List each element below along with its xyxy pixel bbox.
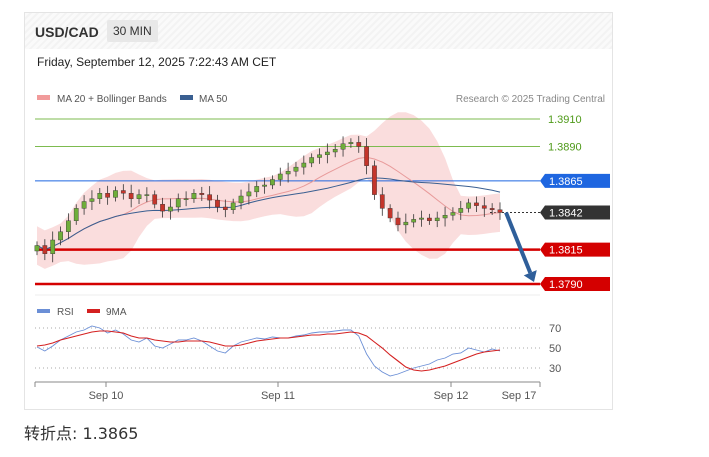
- candle-body: [458, 208, 464, 213]
- rsi-legend-label: RSI: [57, 307, 74, 318]
- candle-body: [387, 208, 393, 219]
- x-axis-ticks: Sep 10 Sep 11 Sep 12 Sep 17: [34, 382, 541, 402]
- candle-body: [50, 239, 56, 254]
- x-tick-label: Sep 17: [502, 390, 537, 402]
- resistance-label: 1.3910: [548, 114, 582, 126]
- candle-body: [160, 204, 165, 212]
- x-tick-label: Sep 10: [89, 390, 124, 402]
- candle-body: [105, 193, 110, 198]
- candle-body: [489, 208, 495, 210]
- candle-body: [73, 208, 79, 221]
- ma50-legend-label: MA 50: [199, 94, 228, 105]
- pivot-label: 1.3865: [549, 176, 583, 188]
- candle-body: [419, 217, 424, 220]
- candle-body: [199, 193, 205, 195]
- rsi-ma-legend-swatch: [87, 309, 100, 313]
- rsi-tick-label: 70: [549, 323, 561, 335]
- candle-body: [450, 212, 456, 216]
- bollinger-band: [37, 112, 500, 269]
- last-label: 1.3842: [549, 208, 583, 220]
- rsi-ma-legend-label: 9MA: [106, 307, 127, 318]
- candle-body: [66, 220, 71, 232]
- candle-body: [379, 194, 385, 209]
- candle-body: [175, 198, 181, 208]
- x-tick-label: Sep 11: [261, 390, 295, 402]
- candle-body: [434, 217, 440, 221]
- rsi-legend-swatch: [37, 309, 50, 313]
- candle-body: [403, 221, 409, 226]
- rsi-line: [36, 325, 501, 377]
- support-label: 1.3815: [549, 245, 583, 257]
- rsi-panel: 70 50 30: [35, 323, 561, 377]
- candle-body: [317, 154, 322, 158]
- x-tick-label: Sep 12: [434, 390, 469, 402]
- forecast-arrow-line: [504, 211, 533, 274]
- bollinger-band-area: [37, 112, 500, 269]
- rsi-tick-label: 50: [549, 343, 561, 355]
- candle-body: [136, 194, 142, 199]
- candle-body: [277, 173, 283, 180]
- pivot-text: 转折点: 1.3865: [24, 424, 139, 443]
- candle-body: [372, 165, 377, 195]
- candle-body: [113, 190, 118, 198]
- candle-body: [58, 231, 63, 241]
- candle-body: [442, 215, 448, 219]
- candle-body: [42, 245, 48, 254]
- candle-body: [497, 209, 503, 213]
- candle-body: [128, 193, 134, 199]
- candle-body: [81, 201, 87, 209]
- candle-body: [340, 143, 346, 150]
- candle-body: [324, 151, 330, 155]
- candle-body: [168, 206, 173, 212]
- candle-body: [348, 142, 354, 144]
- candle-body: [332, 149, 338, 153]
- candle-body: [89, 198, 95, 202]
- candle-body: [395, 217, 401, 226]
- ma-bb-legend-label: MA 20 + Bollinger Bands: [57, 94, 167, 105]
- ma50-legend-swatch: [180, 95, 193, 100]
- candle-body: [356, 142, 362, 147]
- resistance-label: 1.3890: [548, 142, 582, 154]
- candle-body: [262, 184, 267, 187]
- candle-body: [222, 206, 228, 210]
- candle-body: [97, 193, 103, 199]
- candle-body: [309, 157, 315, 164]
- rsi-ma-line: [36, 330, 501, 372]
- candle-body: [191, 193, 197, 199]
- candle-body: [411, 219, 417, 223]
- support-label: 1.3790: [549, 279, 583, 291]
- candle-body: [215, 199, 220, 208]
- candle-body: [254, 186, 260, 193]
- candle-body: [466, 202, 471, 209]
- candle-body: [183, 198, 189, 200]
- candle-body: [285, 171, 291, 175]
- candle-body: [481, 205, 487, 209]
- candle-body: [152, 194, 158, 205]
- ma-bb-legend-swatch: [37, 95, 50, 100]
- candle-body: [301, 162, 307, 168]
- candle-body: [293, 166, 299, 172]
- candle-body: [230, 202, 236, 210]
- candle-body: [474, 202, 479, 206]
- candle-body: [120, 190, 126, 194]
- candle-body: [34, 245, 40, 252]
- candle-body: [364, 146, 369, 166]
- price-chart: MA 20 + Bollinger Bands MA 50 Research ©…: [34, 94, 610, 402]
- level-labels: 1.3910 1.3890 1.3865 1.3842 1.3815 1.3790: [540, 114, 610, 291]
- rsi-tick-label: 30: [549, 363, 561, 375]
- candle-body: [246, 191, 252, 197]
- candle-body: [207, 194, 213, 201]
- candle-body: [270, 179, 275, 186]
- candle-body: [427, 217, 432, 221]
- candle-body: [144, 194, 150, 196]
- research-credit: Research © 2025 Trading Central: [456, 94, 605, 105]
- candle-body: [238, 195, 244, 204]
